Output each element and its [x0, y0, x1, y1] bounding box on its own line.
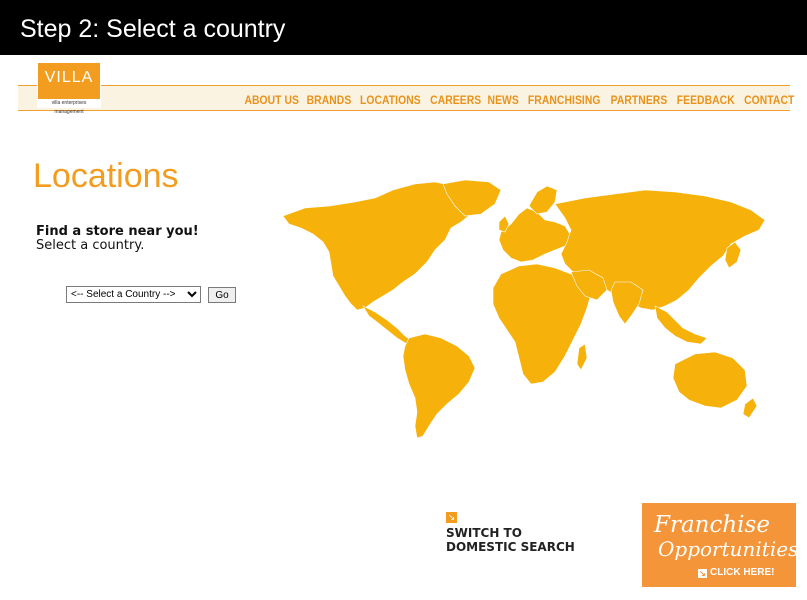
map-new-zealand: [742, 397, 758, 419]
franchise-opportunities-banner[interactable]: Franchise Opportunities ↘ CLICK HERE!: [642, 503, 799, 587]
map-south-america: [402, 333, 476, 439]
nav-locations[interactable]: LOCATIONS: [360, 93, 421, 107]
arrow-icon: ↘: [446, 512, 457, 523]
go-button[interactable]: Go: [208, 287, 236, 303]
map-southeast-asia: [654, 305, 708, 345]
map-europe: [498, 207, 572, 263]
franchise-cta: ↘ CLICK HERE!: [698, 567, 774, 578]
villa-logo[interactable]: VILLA villa enterprises management: [37, 62, 101, 115]
map-madagascar: [576, 343, 588, 371]
nav-news[interactable]: NEWS: [488, 93, 519, 107]
franchise-line1: Franchise: [654, 512, 770, 538]
franchise-line2: Opportunities: [658, 537, 799, 561]
page-title: Locations: [33, 157, 179, 195]
switch-domestic-search-link[interactable]: ↘ SWITCH TO DOMESTIC SEARCH: [446, 512, 606, 557]
map-north-america: [282, 181, 476, 311]
logo-word: VILLA: [44, 69, 94, 86]
find-store-title: Find a store near you!: [36, 224, 199, 239]
arrow-icon: ↘: [698, 569, 707, 578]
world-map[interactable]: [275, 178, 775, 440]
switch-text: SWITCH TO DOMESTIC SEARCH: [446, 526, 575, 554]
nav-partners[interactable]: PARTNERS: [611, 93, 668, 107]
switch-line1: SWITCH TO: [446, 526, 522, 540]
nav-careers[interactable]: CAREERS: [430, 93, 481, 107]
nav-feedback[interactable]: FEEDBACK: [677, 93, 735, 107]
main-nav: ABOUT US BRANDS LOCATIONS CAREERS NEWS F…: [240, 91, 794, 109]
switch-line2: DOMESTIC SEARCH: [446, 540, 575, 554]
map-india: [610, 281, 644, 325]
step-bar: Step 2: Select a country: [0, 0, 807, 55]
country-select[interactable]: <-- Select a Country -->: [66, 286, 201, 303]
nav-brands[interactable]: BRANDS: [307, 93, 352, 107]
map-central-america: [362, 305, 412, 345]
nav-about-us[interactable]: ABOUT US: [244, 93, 299, 107]
find-store-subtitle: Select a country.: [36, 238, 145, 253]
nav-contact[interactable]: CONTACT: [744, 93, 794, 107]
map-scandinavia: [528, 185, 558, 215]
step-title: Step 2: Select a country: [20, 15, 286, 43]
map-australia: [672, 351, 748, 409]
logo-tagline: villa enterprises management: [38, 99, 100, 115]
franchise-cta-label: CLICK HERE!: [710, 567, 775, 578]
nav-franchising[interactable]: FRANCHISING: [528, 93, 601, 107]
